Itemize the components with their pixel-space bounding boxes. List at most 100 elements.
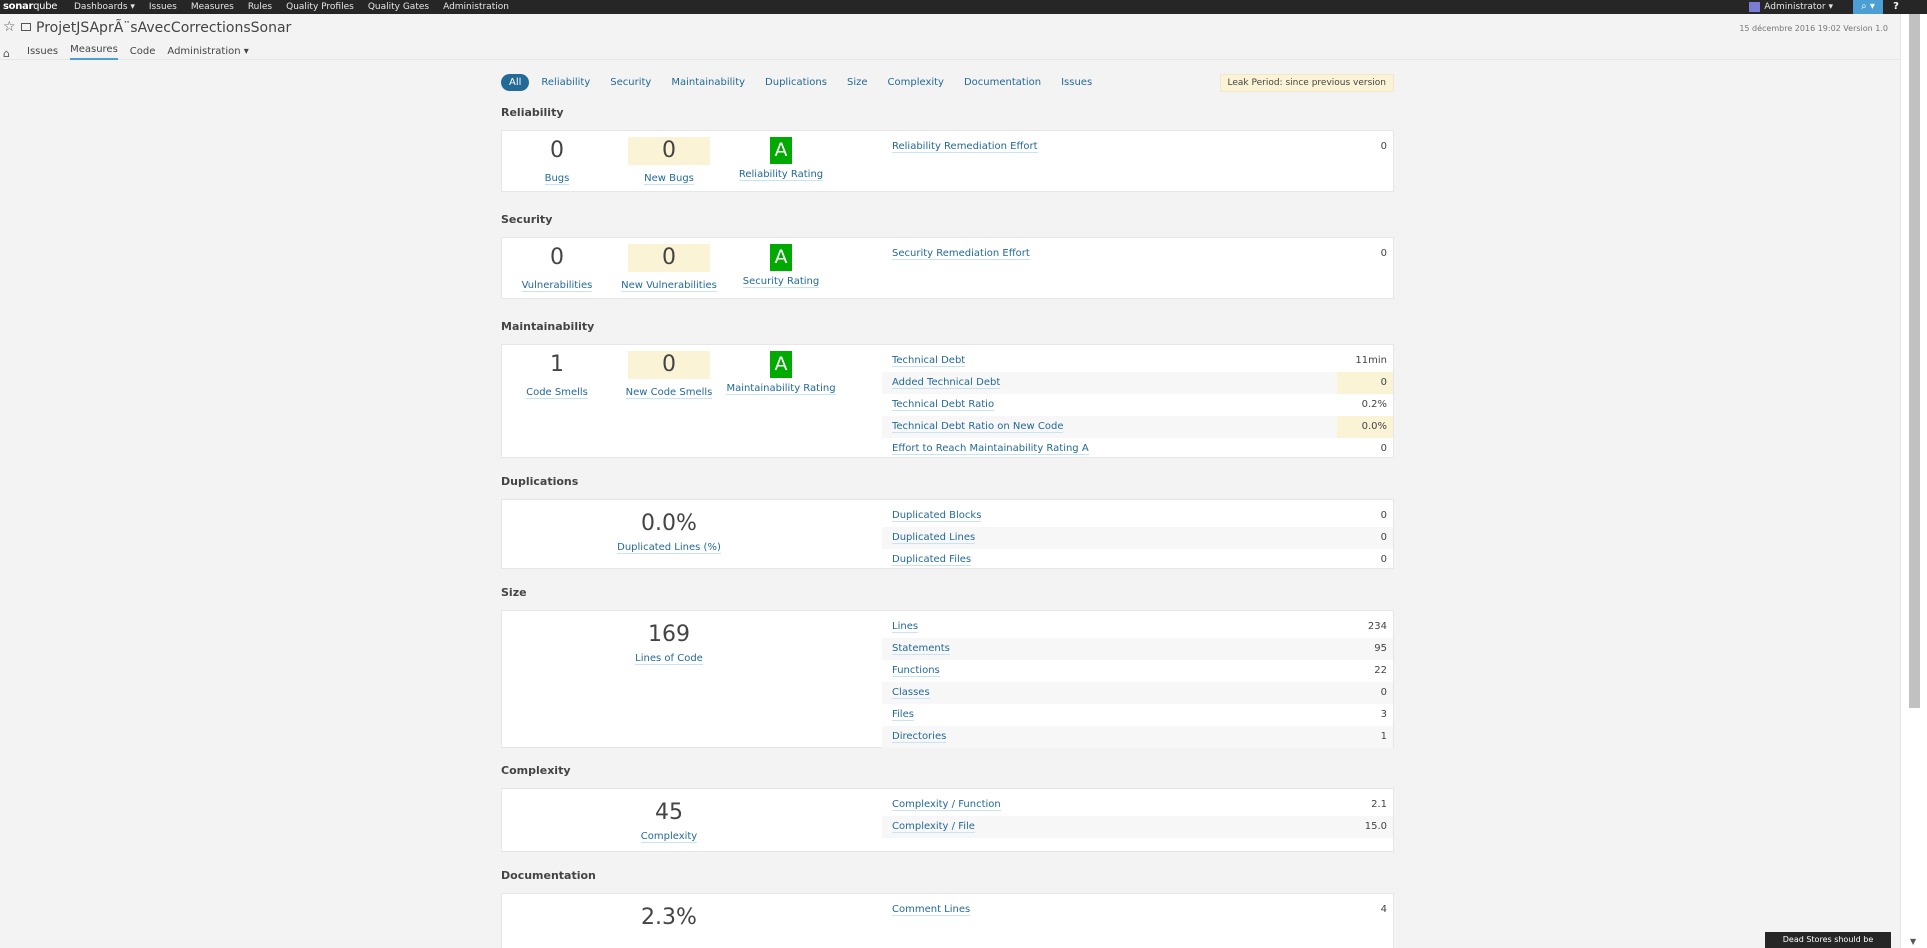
tab-issues[interactable]: Issues: [1053, 74, 1100, 91]
favorite-star-icon[interactable]: ☆: [3, 19, 16, 35]
lines-of-code-link[interactable]: Lines of Code: [635, 653, 703, 665]
security-rating-badge[interactable]: A: [770, 244, 792, 271]
duplications-details: Duplicated Blocks 0 Duplicated Lines 0 Dup…: [882, 500, 1393, 568]
row-label[interactable]: Duplicated Lines: [892, 532, 976, 544]
row-label[interactable]: Comment Lines: [892, 904, 971, 916]
table-row: Directories 1: [882, 726, 1393, 748]
row-value: 0: [1380, 248, 1387, 259]
maintainability-rating-link[interactable]: Maintainability Rating: [726, 383, 836, 395]
row-label[interactable]: Duplicated Blocks: [892, 510, 982, 522]
scrollbar-thumb[interactable]: [1909, 14, 1920, 708]
tab-maintainability[interactable]: Maintainability: [663, 74, 753, 91]
tab-reliability[interactable]: Reliability: [533, 74, 598, 91]
comment-density-value[interactable]: 2.3%: [628, 904, 710, 932]
row-label[interactable]: Technical Debt Ratio: [892, 399, 995, 411]
menu-issues[interactable]: Issues: [149, 0, 177, 14]
complexity-main-measures: 45 Complexity: [502, 789, 882, 851]
menu-rules[interactable]: Rules: [248, 0, 272, 14]
row-label[interactable]: Statements: [892, 643, 950, 655]
tab-documentation[interactable]: Documentation: [956, 74, 1049, 91]
measure-bugs: 0 Bugs: [502, 137, 612, 185]
row-label[interactable]: Directories: [892, 731, 947, 743]
menu-dashboards[interactable]: Dashboards ▾: [74, 0, 135, 14]
tab-size[interactable]: Size: [839, 74, 876, 91]
row-label[interactable]: Technical Debt: [892, 355, 966, 367]
bugs-link[interactable]: Bugs: [544, 173, 570, 185]
menu-measures[interactable]: Measures: [191, 0, 234, 14]
vulnerabilities-link[interactable]: Vulnerabilities: [521, 280, 593, 292]
project-nav-measures[interactable]: Measures: [70, 44, 118, 60]
help-button[interactable]: ?: [1889, 0, 1903, 14]
lines-of-code-value[interactable]: 169: [628, 621, 710, 649]
project-nav-administration[interactable]: Administration ▾: [167, 46, 248, 60]
new-bugs-link[interactable]: New Bugs: [644, 173, 694, 185]
table-row: Security Remediation Effort 0: [882, 243, 1393, 265]
menu-quality-profiles[interactable]: Quality Profiles: [286, 0, 354, 14]
sonarqube-logo[interactable]: sonarqube: [3, 0, 57, 14]
scroll-down-arrow-icon[interactable]: ▼: [1910, 937, 1916, 946]
row-label[interactable]: Reliability Remediation Effort: [892, 141, 1038, 153]
row-value: 2.1: [1371, 799, 1387, 810]
section-title-documentation: Documentation: [501, 869, 596, 882]
tab-complexity[interactable]: Complexity: [880, 74, 952, 91]
vertical-scrollbar[interactable]: ▼: [1900, 14, 1927, 948]
table-row: Technical Debt Ratio 0.2%: [882, 394, 1393, 416]
code-smells-link[interactable]: Code Smells: [526, 387, 588, 399]
project-nav-issues[interactable]: Issues: [27, 46, 58, 60]
bugs-value[interactable]: 0: [516, 137, 598, 165]
row-label[interactable]: Functions: [892, 665, 940, 677]
new-vulnerabilities-link[interactable]: New Vulnerabilities: [621, 280, 717, 292]
search-button[interactable]: ⌕ ▾: [1853, 0, 1883, 14]
user-menu[interactable]: Administrator ▾: [1749, 0, 1833, 14]
new-vulnerabilities-value[interactable]: 0: [628, 244, 710, 272]
new-code-smells-value[interactable]: 0: [628, 351, 710, 379]
notification-toast[interactable]: Dead Stores should be removed ×: [1765, 932, 1891, 948]
maintainability-rating-badge[interactable]: A: [770, 351, 792, 378]
size-details: Lines 234 Statements 95 Functions 22 Classe…: [882, 611, 1393, 748]
section-title-duplications: Duplications: [501, 475, 579, 488]
row-label[interactable]: Complexity / Function: [892, 799, 1001, 811]
documentation-details: Comment Lines 4: [882, 894, 1393, 948]
row-label[interactable]: Duplicated Files: [892, 554, 972, 566]
complexity-link[interactable]: Complexity: [640, 831, 698, 843]
project-title[interactable]: ProjetJSAprÃ¨sAvecCorrectionsSonar: [36, 20, 291, 36]
table-row: Classes 0: [882, 682, 1393, 704]
tab-duplications[interactable]: Duplications: [757, 74, 835, 91]
new-code-smells-link[interactable]: New Code Smells: [625, 387, 713, 399]
row-label[interactable]: Files: [892, 709, 914, 721]
row-label[interactable]: Added Technical Debt: [892, 377, 1001, 389]
measure-comment-density: 2.3%: [614, 904, 724, 932]
measure-lines-of-code: 169 Lines of Code: [614, 621, 724, 665]
complexity-value[interactable]: 45: [628, 799, 710, 827]
table-row: Reliability Remediation Effort 0: [882, 136, 1393, 158]
row-label[interactable]: Technical Debt Ratio on New Code: [892, 421, 1064, 433]
search-icon: ⌕ ▾: [1861, 1, 1875, 12]
tab-security[interactable]: Security: [602, 74, 659, 91]
table-row: Functions 22: [882, 660, 1393, 682]
duplicated-density-link[interactable]: Duplicated Lines (%): [617, 542, 721, 554]
size-card: 169 Lines of Code Lines 234 Statements 95 …: [501, 610, 1394, 748]
vulnerabilities-value[interactable]: 0: [516, 244, 598, 272]
reliability-rating-badge[interactable]: A: [770, 137, 792, 164]
row-label[interactable]: Complexity / File: [892, 821, 975, 833]
row-value: 234: [1367, 621, 1387, 632]
duplicated-density-value[interactable]: 0.0%: [628, 510, 710, 538]
row-value: 0: [1380, 532, 1387, 543]
row-label[interactable]: Classes: [892, 687, 930, 699]
security-rating-link[interactable]: Security Rating: [742, 276, 820, 288]
row-label[interactable]: Lines: [892, 621, 919, 633]
reliability-rating-link[interactable]: Reliability Rating: [738, 169, 824, 181]
maintainability-details: Technical Debt 11min Added Technical Debt…: [882, 345, 1393, 457]
new-bugs-value[interactable]: 0: [628, 137, 710, 165]
table-row: Added Technical Debt 0: [882, 372, 1393, 394]
row-value: 0: [1337, 372, 1393, 394]
row-label[interactable]: Security Remediation Effort: [892, 248, 1030, 260]
home-icon[interactable]: ⌂: [3, 47, 15, 60]
row-label[interactable]: Effort to Reach Maintainability Rating A: [892, 443, 1089, 455]
menu-administration[interactable]: Administration: [443, 0, 509, 14]
tab-all[interactable]: All: [501, 73, 530, 91]
menu-quality-gates[interactable]: Quality Gates: [368, 0, 429, 14]
row-value: 0: [1380, 443, 1387, 454]
code-smells-value[interactable]: 1: [516, 351, 598, 379]
project-nav-code[interactable]: Code: [130, 46, 156, 60]
